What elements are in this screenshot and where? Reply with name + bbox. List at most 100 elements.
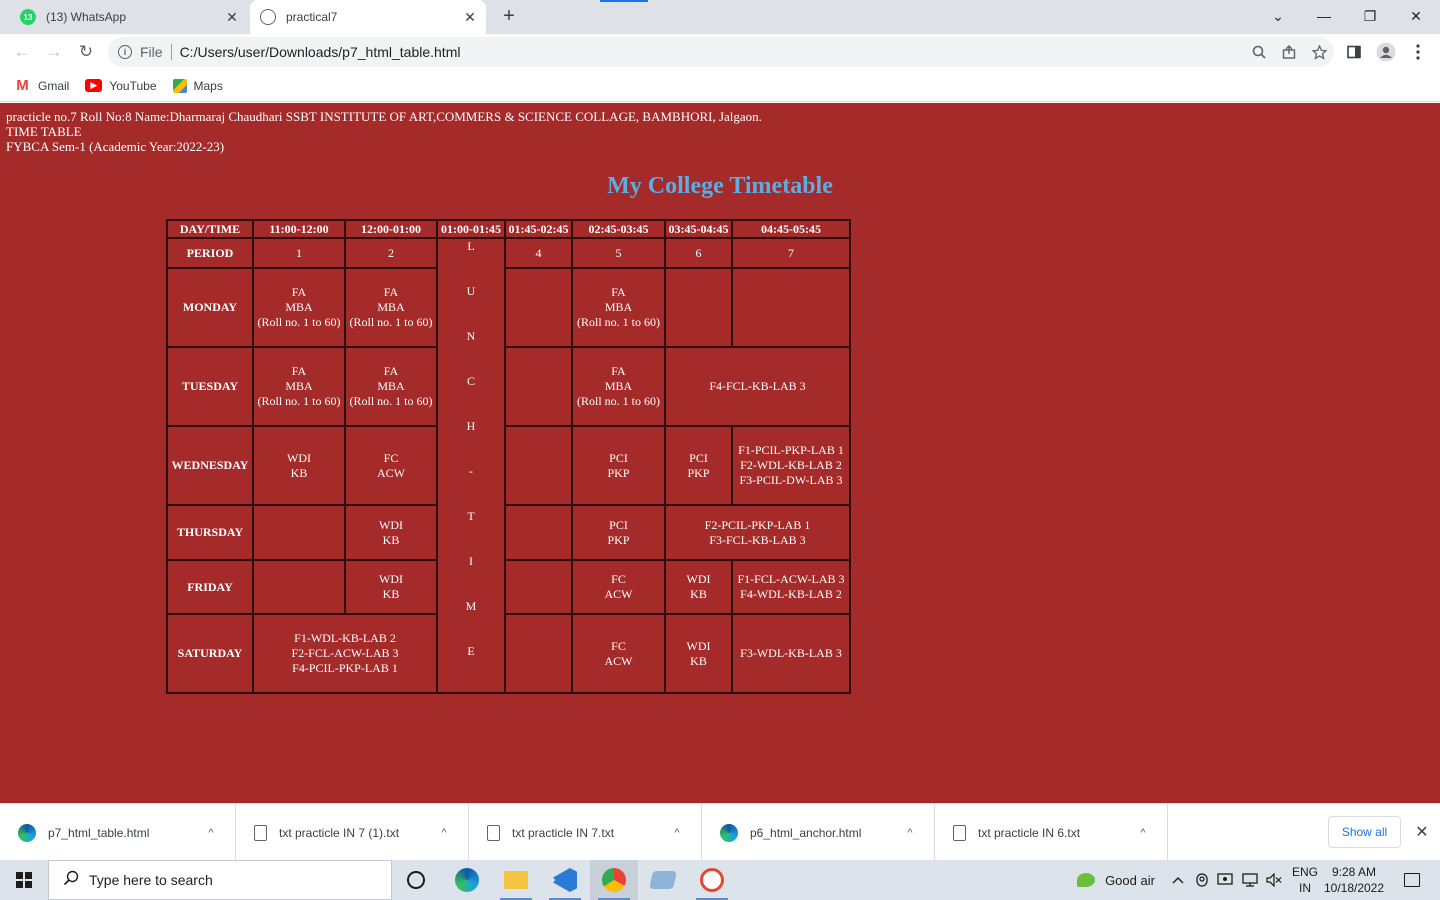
table-row-friday: FRIDAY WDI KB FC ACW WDI KB F1-FCL-ACW-L…: [166, 559, 851, 615]
schedule-cell-lab: F4-FCL-KB-LAB 3: [664, 346, 851, 427]
bookmark-youtube[interactable]: ▶ YouTube: [85, 78, 157, 93]
info-icon[interactable]: i: [118, 45, 132, 59]
reload-button[interactable]: ↻: [72, 38, 100, 66]
chevron-up-icon[interactable]: [1168, 860, 1188, 900]
back-button[interactable]: ←: [8, 38, 36, 66]
share-icon[interactable]: [1274, 37, 1304, 67]
window-close-button[interactable]: ✕: [1400, 4, 1432, 28]
zoom-icon[interactable]: [1244, 37, 1274, 67]
system-clock[interactable]: 9:28 AM 10/18/2022: [1322, 860, 1386, 900]
gmail-icon: M: [16, 77, 29, 94]
weather-widget[interactable]: Good air: [1068, 860, 1164, 900]
display-icon[interactable]: [1238, 860, 1262, 900]
chevron-up-icon[interactable]: ^: [432, 827, 456, 839]
cell-line: KB: [690, 587, 707, 601]
minimize-button[interactable]: —: [1308, 4, 1340, 28]
schedule-cell: WDI KB: [252, 425, 346, 506]
forward-button[interactable]: →: [40, 38, 68, 66]
url-text[interactable]: C:/Users/user/Downloads/p7_html_table.ht…: [180, 44, 1244, 60]
lunch-letter: -: [469, 464, 473, 478]
cell-line: FA: [383, 364, 399, 378]
period-label: PERIOD: [166, 237, 254, 269]
download-item[interactable]: txt practicle IN 7 (1).txt ^: [236, 804, 469, 861]
cortana-button[interactable]: [392, 860, 440, 900]
start-button[interactable]: [0, 860, 48, 900]
period-number: 7: [731, 237, 851, 269]
taskbar-vscode[interactable]: [541, 860, 589, 900]
intro-line: TIME TABLE: [6, 124, 82, 139]
close-icon[interactable]: ✕: [460, 7, 480, 27]
lunch-letter: C: [466, 374, 475, 388]
schedule-cell: WDI KB: [344, 504, 438, 561]
tab-practical7[interactable]: practical7 ✕: [250, 0, 486, 34]
taskbar-app[interactable]: [688, 860, 736, 900]
cell-line: F2-PCIL-PKP-LAB 1: [704, 517, 811, 532]
cell-line: MBA: [377, 300, 405, 314]
region-code: IN: [1299, 881, 1311, 895]
schedule-cell-empty: [504, 425, 573, 506]
chrome-icon: [602, 868, 626, 892]
schedule-cell-lab: F1-PCIL-PKP-LAB 1 F2-WDL-KB-LAB 2 F3-PCI…: [731, 425, 851, 506]
chevron-up-icon[interactable]: ^: [665, 827, 689, 839]
period-number: 4: [504, 237, 573, 269]
cell-line: MBA: [285, 379, 313, 393]
close-icon[interactable]: ✕: [1410, 820, 1434, 844]
schedule-cell: FA MBA (Roll no. 1 to 60): [571, 267, 666, 348]
tab-search-button[interactable]: ⌄: [1262, 4, 1294, 28]
schedule-cell: FA MBA (Roll no. 1 to 60): [252, 267, 346, 348]
cell-line: ACW: [604, 653, 633, 668]
taskbar-edge[interactable]: [443, 860, 491, 900]
download-item[interactable]: p6_html_anchor.html ^: [702, 804, 935, 861]
app-icon: [700, 868, 724, 892]
taskbar-chrome[interactable]: [590, 860, 638, 900]
intro-text: practicle no.7 Roll No:8 Name:Dharmaraj …: [6, 109, 762, 154]
bookmark-label: YouTube: [109, 78, 157, 93]
time-slot: 11:00-12:00: [252, 219, 346, 239]
notification-center-button[interactable]: [1392, 860, 1432, 900]
cell-line: MBA: [604, 379, 633, 393]
address-bar[interactable]: i File C:/Users/user/Downloads/p7_html_t…: [108, 37, 1334, 67]
download-item[interactable]: p7_html_table.html ^: [0, 804, 236, 861]
show-all-button[interactable]: Show all: [1328, 816, 1401, 848]
youtube-icon: ▶: [85, 79, 103, 92]
schedule-cell-empty: [504, 559, 573, 615]
chevron-up-icon[interactable]: ^: [898, 827, 922, 839]
language-indicator[interactable]: ENG IN: [1288, 860, 1322, 900]
taskbar-file-explorer[interactable]: [492, 860, 540, 900]
network-status-icon[interactable]: [1214, 860, 1236, 900]
intro-line: FYBCA Sem-1 (Academic Year:2022-23): [6, 139, 225, 154]
cell-line: KB: [382, 587, 400, 601]
volume-muted-icon[interactable]: [1262, 860, 1286, 900]
tab-whatsapp[interactable]: 13 (13) WhatsApp ✕: [8, 0, 248, 34]
schedule-cell-lab: F2-PCIL-PKP-LAB 1 F3-FCL-KB-LAB 3: [664, 504, 851, 561]
chevron-up-icon[interactable]: ^: [1131, 827, 1155, 839]
chevron-up-icon[interactable]: ^: [199, 827, 223, 839]
time-slot: 03:45-04:45: [664, 219, 733, 239]
taskbar-search-input[interactable]: Type here to search: [48, 860, 392, 900]
cell-line: MBA: [285, 300, 313, 314]
cell-line: WDI: [686, 638, 711, 653]
period-number: 1: [252, 237, 346, 269]
lunch-letter: E: [467, 644, 475, 658]
taskbar-app[interactable]: [639, 860, 687, 900]
whatsapp-icon: 13: [20, 9, 36, 25]
lang-code: ENG: [1291, 865, 1318, 879]
side-panel-icon[interactable]: [1340, 38, 1368, 66]
cell-line: (Roll no. 1 to 60): [257, 394, 341, 408]
tab-strip: 13 (13) WhatsApp ✕ practical7 ✕ + ⌄ — ❐ …: [0, 0, 1440, 34]
close-icon[interactable]: ✕: [222, 7, 242, 27]
cell-line: PKP: [687, 465, 710, 480]
new-tab-button[interactable]: +: [497, 6, 521, 28]
maps-icon: [172, 78, 187, 93]
profile-avatar-icon[interactable]: [1372, 38, 1400, 66]
download-item[interactable]: txt practicle IN 6.txt ^: [935, 804, 1168, 861]
menu-kebab-icon[interactable]: [1404, 38, 1432, 66]
cell-line: WDI: [686, 572, 711, 586]
bookmark-maps[interactable]: Maps: [172, 78, 223, 93]
camera-icon[interactable]: [1192, 860, 1212, 900]
restore-button[interactable]: ❐: [1354, 4, 1386, 28]
bookmark-gmail[interactable]: M Gmail: [14, 77, 69, 94]
day-label: TUESDAY: [166, 346, 254, 427]
bookmark-star-icon[interactable]: [1304, 37, 1334, 67]
download-item[interactable]: txt practicle IN 7.txt ^: [469, 804, 702, 861]
